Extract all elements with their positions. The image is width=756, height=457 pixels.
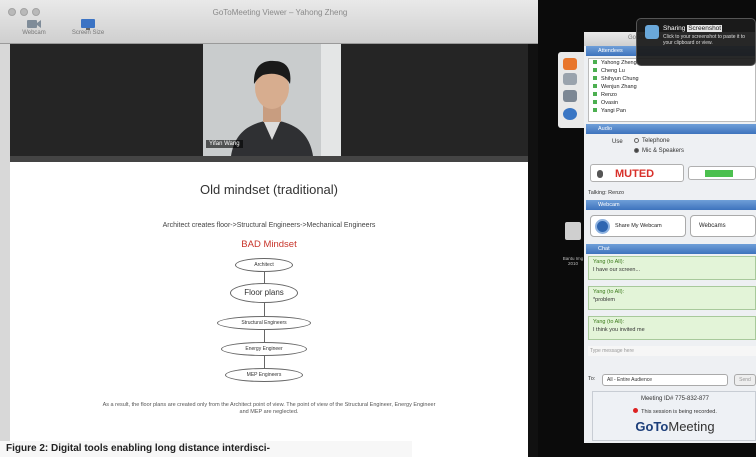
- webcam-select[interactable]: Webcams: [690, 215, 756, 237]
- status-dot: [593, 84, 597, 88]
- flow-node-structural-engineers: Structural Engineers: [217, 316, 311, 330]
- webcam-icon: [27, 20, 41, 28]
- flow-node-mep-engineers: MEP Engineers: [225, 368, 303, 382]
- gotomeeting-logo: GoToMeeting: [593, 419, 756, 434]
- webcam-share-icon: [595, 219, 610, 234]
- slide-subtitle: Architect creates floor->Structural Engi…: [162, 222, 376, 229]
- slide-footnote: As a result, the floor plans are created…: [102, 402, 436, 416]
- flow-node-floor-plans: Floor plans: [230, 283, 298, 303]
- attendee-name: Cheng Lu: [601, 68, 625, 74]
- attendee-list: Yahong Zheng Cheng Lu Shihyun Chung Wenj…: [588, 58, 756, 122]
- audio-section-header[interactable]: Audio: [586, 124, 756, 134]
- mic-level-bar: [705, 170, 733, 177]
- screenshot-notification-icon: [645, 25, 659, 39]
- attendee-name: Shihyun Chung: [601, 76, 639, 82]
- status-dot: [593, 100, 597, 104]
- attendee-item[interactable]: Yangi Pan: [593, 108, 626, 117]
- attendee-name: Yangi Pan: [601, 108, 626, 114]
- chat-message: Yang (to All): I have our screen...: [588, 256, 756, 280]
- flow-connector: [264, 330, 265, 342]
- minimize-window-button[interactable]: [20, 8, 28, 16]
- notification-title-prefix: Sharing: [663, 25, 686, 32]
- status-dot: [593, 60, 597, 64]
- chat-sender: Yang (to All):: [593, 259, 625, 265]
- desktop-file-label: Bantu Img 2010: [562, 256, 584, 267]
- chat-recipient-select[interactable]: All - Entire Audience: [602, 374, 728, 386]
- window-title: GoToMeeting Viewer – Yahong Zheng: [212, 8, 348, 17]
- flow-node-architect: Architect: [235, 258, 293, 272]
- chat-message: Yang (to All): *problem: [588, 286, 756, 310]
- slide-red-heading: BAD Mindset: [241, 239, 297, 250]
- webcam-toolbar-button[interactable]: Webcam: [14, 18, 54, 42]
- chat-message-input[interactable]: Type message here: [588, 346, 756, 356]
- telephone-radio[interactable]: Telephone: [634, 138, 670, 144]
- flow-connector: [264, 303, 265, 316]
- attendee-name: Ovasin: [601, 100, 619, 106]
- screen-share-icon[interactable]: [563, 58, 577, 70]
- radio-selected-icon: [634, 148, 639, 153]
- talking-indicator: Talking: Renzo: [588, 190, 625, 196]
- status-dot: [593, 68, 597, 72]
- desktop-file-icon[interactable]: [565, 222, 581, 240]
- figure-caption: Figure 2: Digital tools enabling long di…: [0, 441, 412, 457]
- webcam-toolbar-label: Webcam: [22, 30, 46, 36]
- notification-title: Sharing Screenshot: [663, 25, 723, 32]
- viewer-right-edge: [528, 44, 538, 457]
- slide-title: Old mindset (traditional): [200, 182, 338, 197]
- viewer-titlebar: GoToMeeting Viewer – Yahong Zheng Webcam…: [0, 0, 538, 44]
- share-webcam-label: Share My Webcam: [615, 223, 662, 229]
- mic-speakers-radio[interactable]: Mic & Speakers: [634, 148, 684, 154]
- chat-message: Yang (to All): I think you invited me: [588, 316, 756, 340]
- chat-text: I think you invited me: [593, 326, 645, 333]
- share-webcam-button[interactable]: Share My Webcam: [590, 215, 686, 237]
- chat-sender: Yang (to All):: [593, 289, 625, 295]
- chat-send-button[interactable]: Send: [734, 374, 756, 386]
- meeting-id: Meeting ID# 775-832-877: [640, 396, 710, 402]
- monitor-icon: [81, 19, 95, 30]
- close-window-button[interactable]: [8, 8, 16, 16]
- screenshot-notification[interactable]: Sharing Screenshot Click to your screens…: [636, 18, 756, 66]
- flow-connector: [264, 272, 265, 283]
- shared-slide: Old mindset (traditional) Architect crea…: [10, 162, 528, 457]
- recording-dot-icon: [633, 408, 639, 413]
- status-dot: [593, 76, 597, 80]
- chat-text: *problem: [593, 296, 616, 303]
- status-dot: [593, 92, 597, 96]
- attendee-name: Renzo: [601, 92, 617, 98]
- brand-bold: GoTo: [635, 419, 669, 434]
- help-icon[interactable]: [563, 108, 577, 120]
- flow-node-energy-engineer: Energy Engineer: [221, 342, 307, 356]
- microphone-icon: [597, 170, 603, 178]
- mic-level-meter: [688, 166, 756, 180]
- radio-icon: [634, 138, 639, 143]
- keyboard-mouse-icon[interactable]: [563, 73, 577, 85]
- notification-body: Click to your screenshot to paste it to …: [663, 34, 745, 47]
- notification-title-highlight: Screenshot: [687, 25, 723, 32]
- webcam-name-label: Yifan Wang: [206, 140, 243, 148]
- screen-size-toolbar-button[interactable]: Screen Size: [68, 18, 108, 42]
- screen-size-toolbar-label: Screen Size: [71, 30, 105, 36]
- muted-label: MUTED: [615, 168, 655, 180]
- recording-text: This session is being recorded.: [641, 409, 717, 415]
- webcam-section-header[interactable]: Webcam: [586, 200, 756, 210]
- attendee-name: Wenjun Zhang: [601, 84, 637, 90]
- telephone-radio-label: Telephone: [642, 138, 670, 145]
- zoom-window-button[interactable]: [32, 8, 40, 16]
- chat-sender: Yang (to All):: [593, 319, 625, 325]
- chat-text: I have our screen...: [593, 266, 641, 273]
- flow-connector: [264, 356, 265, 368]
- mute-button[interactable]: MUTED: [590, 164, 684, 182]
- mic-speakers-radio-label: Mic & Speakers: [642, 148, 685, 155]
- audio-use-label: Use: [612, 139, 623, 145]
- brand-light: Meeting: [668, 419, 715, 434]
- drawing-tools-icon[interactable]: [563, 90, 577, 102]
- recording-status: This session is being recorded.: [593, 408, 756, 415]
- chat-section-header[interactable]: Chat: [586, 244, 756, 254]
- status-dot: [593, 108, 597, 112]
- control-panel-footer: Meeting ID# 775-832-877 This session is …: [592, 391, 756, 441]
- attendee-name: Yahong Zheng: [601, 60, 637, 66]
